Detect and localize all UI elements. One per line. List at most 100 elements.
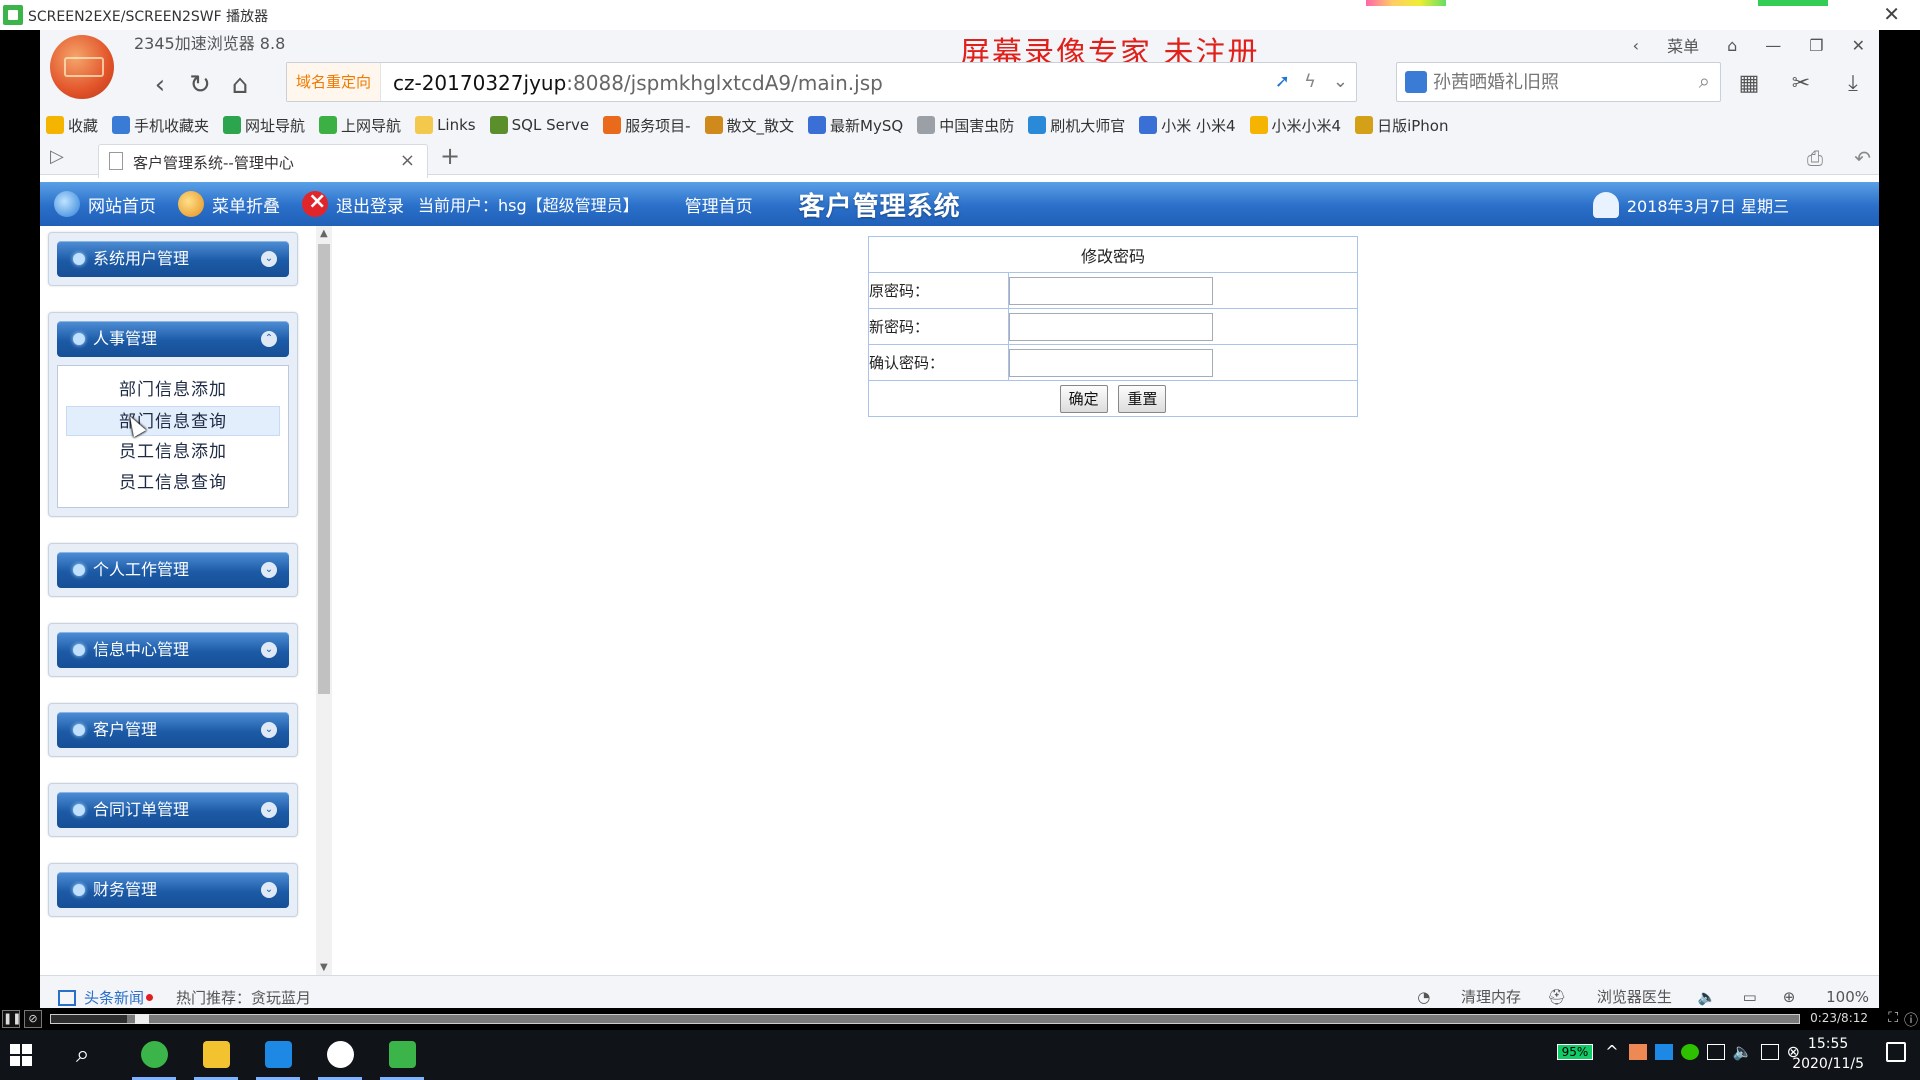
search-engine-icon[interactable] xyxy=(1405,71,1427,93)
zoom-control[interactable]: ⊕ 100% xyxy=(1783,988,1869,1006)
bookmark-item[interactable]: 上网导航 xyxy=(319,115,401,136)
bookmark-item[interactable]: 小米小米4 xyxy=(1249,115,1341,136)
bookmark-item[interactable]: SQL Serve xyxy=(489,116,589,134)
bookmark-item[interactable]: 服务项目- xyxy=(603,115,691,136)
confirm-password-input[interactable] xyxy=(1009,348,1213,377)
expand-icon[interactable]: ⌄ xyxy=(261,802,277,818)
expand-icon[interactable]: ⌄ xyxy=(261,642,277,658)
hot-recommend[interactable]: 热门推荐：贪玩蓝月 xyxy=(176,987,311,1008)
submenu-item[interactable]: 员工信息添加 xyxy=(66,437,280,467)
bookmark-item[interactable]: 小米 小米4 xyxy=(1139,115,1236,136)
bookmark-item[interactable]: Links xyxy=(415,116,476,134)
submenu-item[interactable]: 部门信息查询 xyxy=(66,406,280,436)
minimize-icon[interactable]: — xyxy=(1751,36,1795,55)
apps-grid-icon[interactable]: ▦ xyxy=(1723,66,1775,102)
clean-memory-button[interactable]: ◔ 清理内存 xyxy=(1417,986,1521,1007)
submenu-item[interactable]: 部门信息添加 xyxy=(66,375,280,405)
stop-icon[interactable]: ⊘ xyxy=(24,1010,42,1028)
menu-group-header[interactable]: 个人工作管理 ⌄ xyxy=(57,552,289,588)
bookmark-item[interactable]: 收藏 xyxy=(46,115,98,136)
scissors-icon[interactable]: ✂ xyxy=(1775,66,1827,102)
menu-group-header[interactable]: 合同订单管理 ⌄ xyxy=(57,792,289,828)
home-icon[interactable]: ⌂ xyxy=(220,66,260,106)
taskbar-browser-2345[interactable] xyxy=(128,1030,180,1080)
old-password-input[interactable] xyxy=(1009,276,1213,305)
bookmark-item[interactable]: 日版iPhon xyxy=(1355,115,1448,136)
lightning-icon[interactable]: ϟ xyxy=(1304,71,1316,92)
tray-expand-icon[interactable]: ^ xyxy=(1605,1042,1618,1061)
seek-bar[interactable] xyxy=(50,1014,1800,1024)
menu-group-header[interactable]: 客户管理 ⌄ xyxy=(57,712,289,748)
expand-icon[interactable]: ⌄ xyxy=(261,562,277,578)
scroll-up-icon[interactable]: ▲ xyxy=(320,228,328,239)
taskbar-screen-player[interactable] xyxy=(376,1030,428,1080)
back-small-icon[interactable]: ‹ xyxy=(1619,36,1653,55)
taskbar-wechat[interactable] xyxy=(314,1030,366,1080)
download-icon[interactable]: ⤓ xyxy=(1827,66,1879,102)
search-icon[interactable]: ⌕ xyxy=(1699,69,1710,93)
battery-tray-icon[interactable] xyxy=(1706,1043,1725,1060)
sidebar-scrollbar[interactable]: ▲ ▼ xyxy=(316,226,332,975)
menu-group-header[interactable]: 人事管理 ⌃ xyxy=(57,321,289,357)
browser-doctor-button[interactable]: ⛑ 浏览器医生 xyxy=(1547,986,1672,1007)
bookmark-item[interactable]: 网址导航 xyxy=(223,115,305,136)
url-text[interactable]: cz-20170327jyup:8088/jspmkhglxtcdA9/main… xyxy=(393,71,883,95)
restore-icon[interactable]: ❐ xyxy=(1795,36,1837,55)
new-tab-icon[interactable]: + xyxy=(440,142,460,170)
info-icon[interactable]: ⓘ xyxy=(1904,1010,1918,1030)
bookmark-item[interactable]: 中国害虫防 xyxy=(917,115,1014,136)
taskbar-file-explorer[interactable] xyxy=(190,1030,242,1080)
admin-home-link[interactable]: 管理首页 xyxy=(685,192,753,217)
bookmark-item[interactable]: 散文_散文 xyxy=(704,115,794,136)
window-icon[interactable]: ▭ xyxy=(1743,988,1757,1006)
confirm-button[interactable]: 确定 xyxy=(1059,384,1108,413)
sidebar-toggle-icon[interactable]: ▷ xyxy=(50,146,64,167)
address-bar[interactable]: 域名重定向 cz-20170327jyup:8088/jspmkhglxtcdA… xyxy=(286,62,1357,102)
search-box[interactable]: ⌕ xyxy=(1396,62,1721,102)
menu-button[interactable]: 菜单 xyxy=(1653,33,1713,57)
speaker-icon[interactable]: 🔈 xyxy=(1698,988,1717,1006)
redirect-label[interactable]: 域名重定向 xyxy=(287,63,381,101)
site-home-link[interactable]: 网站首页 xyxy=(54,191,156,217)
bookmark-item[interactable]: 最新MySQ xyxy=(808,115,903,136)
tab-close-icon[interactable]: × xyxy=(400,150,415,171)
tab-active[interactable]: 客户管理系统--管理中心 × xyxy=(98,144,428,178)
menu-group-header[interactable]: 财务管理 ⌄ xyxy=(57,872,289,908)
logout-link[interactable]: 退出登录 xyxy=(302,189,404,217)
scroll-down-icon[interactable]: ▼ xyxy=(320,962,328,973)
bookmark-item[interactable]: 刷机大师官 xyxy=(1028,115,1125,136)
expand-icon[interactable]: ⌄ xyxy=(261,882,277,898)
back-icon[interactable]: ‹ xyxy=(140,66,180,106)
new-password-input[interactable] xyxy=(1009,312,1213,341)
chevron-down-icon[interactable]: ⌄ xyxy=(1333,71,1348,92)
volume-icon[interactable]: 🔈 xyxy=(1733,1042,1753,1061)
skin-icon[interactable]: ⌂ xyxy=(1713,36,1751,55)
notification-center-icon[interactable] xyxy=(1886,1042,1906,1062)
collapse-icon[interactable]: ⌃ xyxy=(261,331,277,347)
print-icon[interactable]: ⎙ xyxy=(1807,146,1823,170)
network-icon[interactable] xyxy=(1760,1043,1779,1060)
taskbar-app-u[interactable] xyxy=(252,1030,304,1080)
menu-group-header[interactable]: 系统用户管理 ⌄ xyxy=(57,241,289,277)
close-icon[interactable]: ✕ xyxy=(1838,36,1879,55)
wechat-tray-icon[interactable] xyxy=(1680,1043,1699,1060)
menu-group-header[interactable]: 信息中心管理 ⌄ xyxy=(57,632,289,668)
expand-icon[interactable]: ⌄ xyxy=(261,251,277,267)
taskbar-clock[interactable]: 15:55 2020/11/5 xyxy=(1792,1034,1864,1074)
seek-knob[interactable] xyxy=(135,1014,149,1024)
submenu-item[interactable]: 员工信息查询 xyxy=(66,468,280,498)
fullscreen-icon[interactable]: ⛶ xyxy=(1888,1010,1898,1026)
menu-fold-link[interactable]: 菜单折叠 xyxy=(178,191,280,217)
expand-icon[interactable]: ⌄ xyxy=(261,722,277,738)
pause-icon[interactable]: ❚❚ xyxy=(2,1010,21,1028)
reset-button[interactable]: 重置 xyxy=(1118,384,1167,413)
battery-indicator[interactable]: 95% xyxy=(1556,1043,1594,1060)
rocket-icon[interactable]: ➚ xyxy=(1275,71,1290,92)
scroll-thumb[interactable] xyxy=(318,244,330,694)
tray-app-icon[interactable] xyxy=(1654,1043,1673,1060)
tray-app-icon[interactable] xyxy=(1628,1043,1647,1060)
refresh-icon[interactable]: ↻ xyxy=(180,66,220,106)
windows-start-icon[interactable] xyxy=(10,1044,32,1066)
bookmark-item[interactable]: 手机收藏夹 xyxy=(112,115,209,136)
player-close-icon[interactable]: ✕ xyxy=(1883,2,1900,26)
